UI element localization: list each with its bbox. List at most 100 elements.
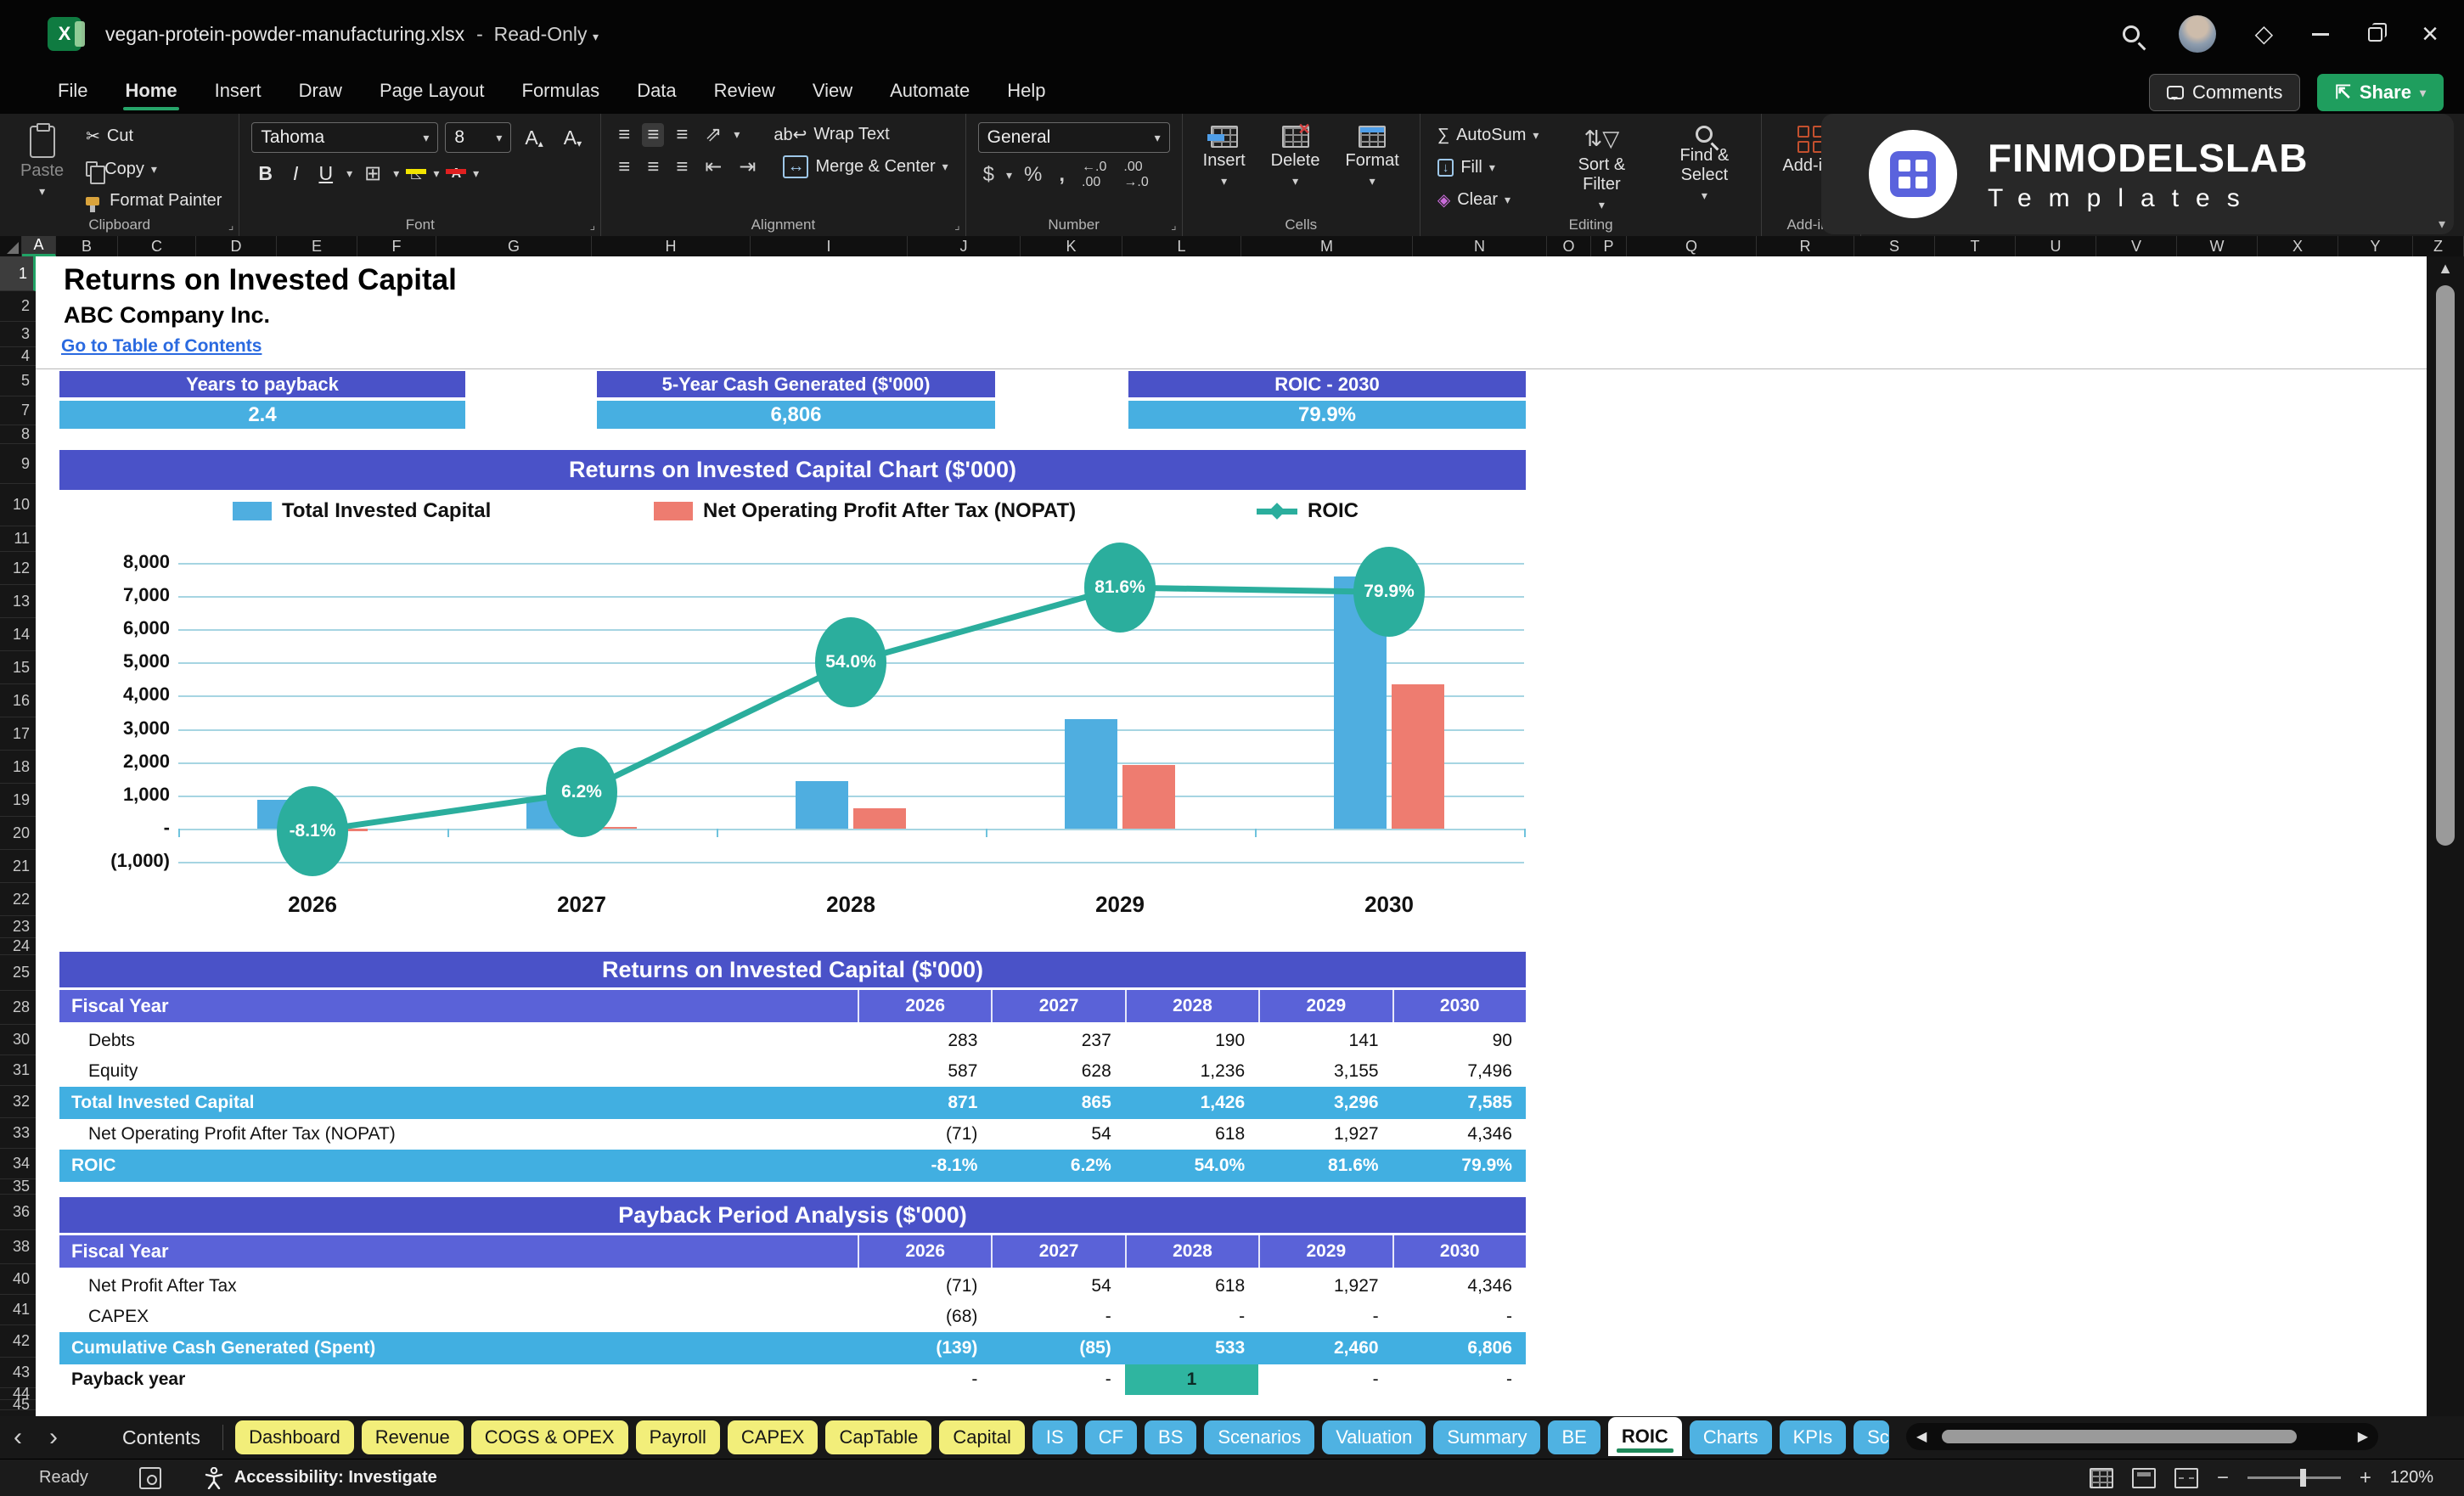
sheet-tab-cf[interactable]: CF	[1084, 1420, 1138, 1454]
row-header-3[interactable]: 3	[0, 322, 36, 347]
row-label[interactable]: ROIC	[59, 1150, 858, 1182]
row-header-31[interactable]: 31	[0, 1055, 36, 1086]
next-sheet-icon[interactable]: ›	[36, 1425, 71, 1450]
row-header-20[interactable]: 20	[0, 817, 36, 850]
find-select-button[interactable]: Find & Select ▾	[1659, 122, 1749, 214]
row-header-18[interactable]: 18	[0, 751, 36, 784]
horizontal-scrollbar[interactable]: ◀ ▶	[1906, 1423, 2378, 1450]
sheet-tab-revenue[interactable]: Revenue	[361, 1420, 464, 1454]
header-year-2026[interactable]: 2026	[858, 1235, 991, 1268]
menu-tab-insert[interactable]: Insert	[200, 73, 277, 109]
normal-view-icon[interactable]	[2089, 1467, 2113, 1488]
column-header-v[interactable]: V	[2096, 236, 2177, 256]
clear-button[interactable]: ◈ Clear ▾	[1432, 188, 1544, 212]
cell-payback-year-2030[interactable]: -	[1392, 1364, 1526, 1395]
cell-debts-2027[interactable]: 237	[991, 1026, 1124, 1056]
search-icon[interactable]	[2122, 25, 2140, 42]
column-header-l[interactable]: L	[1122, 236, 1241, 256]
cell-equity-2030[interactable]: 7,496	[1392, 1056, 1526, 1087]
row-header-25[interactable]: 25	[0, 955, 36, 991]
sheet-tab-sc[interactable]: Sc	[1854, 1420, 1890, 1454]
cell-total-invested-capital-2029[interactable]: 3,296	[1258, 1087, 1392, 1119]
cell-equity-2026[interactable]: 587	[858, 1056, 991, 1087]
sheet-tab-scenarios[interactable]: Scenarios	[1204, 1420, 1315, 1454]
cell-net-profit-after-tax-2026[interactable]: (71)	[858, 1271, 991, 1302]
fill-button[interactable]: ↓ Fill ▾	[1432, 156, 1544, 179]
cell-capex-2027[interactable]: -	[991, 1302, 1124, 1332]
row-label[interactable]: Net Operating Profit After Tax (NOPAT)	[59, 1119, 858, 1150]
row-label[interactable]: Total Invested Capital	[59, 1087, 858, 1119]
cell-capex-2029[interactable]: -	[1258, 1302, 1392, 1332]
menu-tab-formulas[interactable]: Formulas	[507, 73, 616, 109]
sheet-tab-bs[interactable]: BS	[1145, 1420, 1197, 1454]
italic-button[interactable]: I	[286, 162, 305, 185]
column-header-m[interactable]: M	[1241, 236, 1413, 256]
column-header-j[interactable]: J	[908, 236, 1021, 256]
align-middle-icon[interactable]: ≡	[642, 122, 665, 147]
cell-roic-2026[interactable]: -8.1%	[858, 1150, 991, 1182]
decrease-indent-icon[interactable]: ⇤	[700, 155, 727, 179]
row-label[interactable]: Debts	[59, 1026, 858, 1056]
column-header-u[interactable]: U	[2016, 236, 2096, 256]
cell-payback-year-2026[interactable]: -	[858, 1364, 991, 1395]
kpi-label-5-year-cash-generated-000[interactable]: 5-Year Cash Generated ($'000)	[597, 371, 995, 397]
row-label[interactable]: Payback year	[59, 1364, 858, 1395]
cell-equity-2027[interactable]: 628	[991, 1056, 1124, 1087]
cell-payback-year-2027[interactable]: -	[991, 1364, 1124, 1395]
column-header-b[interactable]: B	[56, 236, 118, 256]
increase-indent-icon[interactable]: ⇥	[734, 155, 761, 179]
zoom-out-icon[interactable]: −	[2217, 1466, 2229, 1490]
font-dialog-launcher-icon[interactable]: ⌟	[590, 218, 596, 233]
kpi-value-roic-2030[interactable]: 79.9%	[1128, 401, 1526, 429]
row-header-14[interactable]: 14	[0, 618, 36, 651]
horizontal-scroll-thumb[interactable]	[1942, 1430, 2297, 1443]
row-header-36[interactable]: 36	[0, 1195, 36, 1230]
row-header-24[interactable]: 24	[0, 937, 36, 955]
header-year-2029[interactable]: 2029	[1258, 990, 1392, 1022]
column-header-s[interactable]: S	[1854, 236, 1935, 256]
decrease-decimal-icon[interactable]: .00 →.0	[1118, 160, 1153, 190]
row-header-41[interactable]: 41	[0, 1295, 36, 1325]
cell-net-profit-after-tax-2029[interactable]: 1,927	[1258, 1271, 1392, 1302]
align-right-icon[interactable]: ≡	[671, 155, 693, 179]
menu-tab-review[interactable]: Review	[699, 73, 790, 109]
row-header-1[interactable]: 1	[0, 256, 36, 291]
copy-button[interactable]: Copy ▾	[81, 158, 227, 184]
column-header-d[interactable]: D	[196, 236, 277, 256]
row-header-12[interactable]: 12	[0, 552, 36, 585]
number-dialog-launcher-icon[interactable]: ⌟	[1171, 218, 1177, 233]
row-header-9[interactable]: 9	[0, 444, 36, 484]
orientation-icon[interactable]: ⇗	[700, 122, 727, 147]
row-header-15[interactable]: 15	[0, 651, 36, 684]
cell-cumulative-cash-generated-spent-2030[interactable]: 6,806	[1392, 1332, 1526, 1364]
row-header-28[interactable]: 28	[0, 991, 36, 1025]
row-header-13[interactable]: 13	[0, 585, 36, 618]
row-header-32[interactable]: 32	[0, 1086, 36, 1118]
header-year-2028[interactable]: 2028	[1124, 1235, 1258, 1268]
macro-record-icon[interactable]	[138, 1466, 161, 1489]
cell-capex-2028[interactable]: -	[1125, 1302, 1258, 1332]
delete-cells-button[interactable]: Delete▾	[1263, 121, 1329, 214]
sheet-canvas[interactable]: Returns on Invested Capital ABC Company …	[36, 256, 2427, 1416]
row-header-5[interactable]: 5	[0, 366, 36, 396]
merge-center-button[interactable]: ↔ Merge & Center ▾	[778, 154, 953, 180]
borders-icon[interactable]: ⊞	[359, 161, 386, 186]
row-header-21[interactable]: 21	[0, 850, 36, 883]
sheet-tab-valuation[interactable]: Valuation	[1322, 1420, 1426, 1454]
row-header-11[interactable]: 11	[0, 526, 36, 552]
sheet-tab-be[interactable]: BE	[1548, 1420, 1600, 1454]
cell-net-operating-profit-after-tax-nopat-2028[interactable]: 618	[1125, 1119, 1258, 1150]
menu-tab-file[interactable]: File	[42, 73, 103, 109]
cell-equity-2029[interactable]: 3,155	[1258, 1056, 1392, 1087]
cell-roic-2027[interactable]: 6.2%	[991, 1150, 1124, 1182]
cell-net-profit-after-tax-2030[interactable]: 4,346	[1392, 1271, 1526, 1302]
column-header-r[interactable]: R	[1757, 236, 1854, 256]
row-header-34[interactable]: 34	[0, 1149, 36, 1179]
menu-tab-home[interactable]: Home	[110, 73, 192, 110]
scroll-left-icon[interactable]: ◀	[1906, 1428, 1937, 1445]
sheet-tab-capex[interactable]: CAPEX	[727, 1420, 819, 1454]
decrease-font-icon[interactable]: A ▾	[557, 127, 588, 149]
kpi-value-5-year-cash-generated-000[interactable]: 6,806	[597, 401, 995, 429]
row-header-16[interactable]: 16	[0, 684, 36, 717]
cell-equity-2028[interactable]: 1,236	[1125, 1056, 1258, 1087]
